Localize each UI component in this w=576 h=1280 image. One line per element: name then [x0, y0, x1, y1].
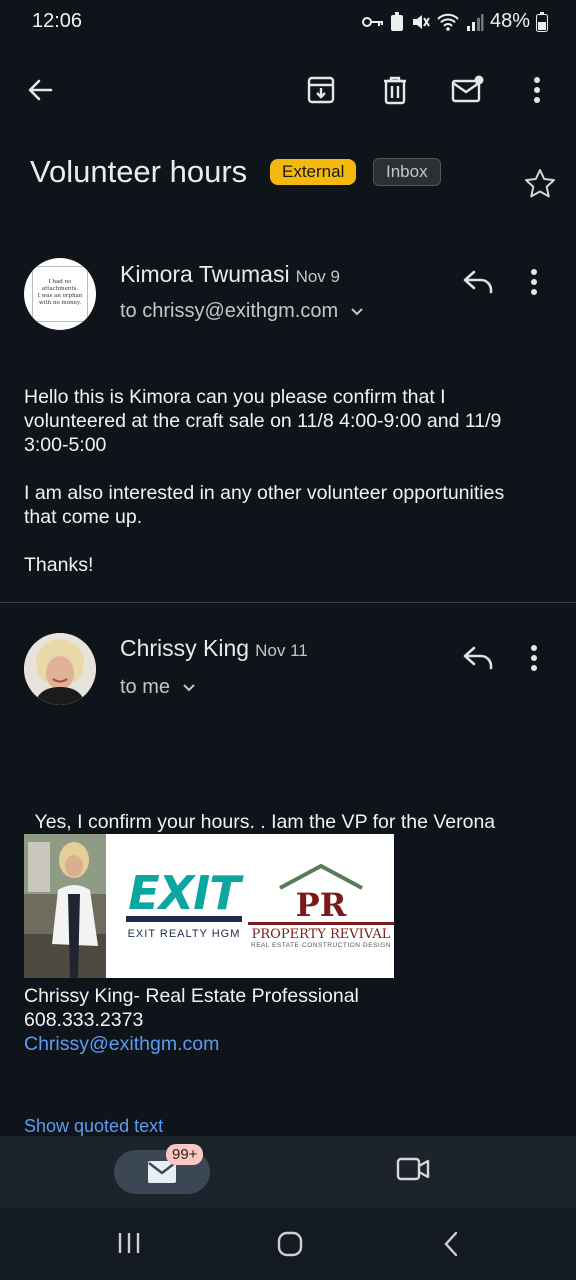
archive-button[interactable] [299, 68, 343, 112]
avatar-text: with no money. [38, 300, 82, 306]
email-subject: Volunteer hours [30, 154, 248, 189]
avatar-photo [24, 633, 96, 705]
recipient-text: to me [120, 676, 171, 698]
reply-button[interactable] [462, 268, 502, 308]
back-arrow-icon [28, 79, 53, 101]
pr-name: PROPERTY REVIVAL [251, 927, 391, 942]
avatar-text: I had no [48, 279, 72, 285]
body-line: I am also interested in any other volunt… [24, 482, 505, 504]
avatar[interactable]: I had no attachments. I was an orphan wi… [24, 258, 96, 330]
more-vert-icon [534, 77, 540, 103]
signature-email-link[interactable]: Chrissy@exithgm.com [24, 1032, 219, 1056]
body-line: that come up. [24, 506, 143, 528]
sender-name: Kimora Twumasi [120, 261, 290, 287]
reply-button[interactable] [462, 644, 502, 684]
body-line: Hello this is Kimora can you please conf… [24, 386, 446, 408]
message-date: Nov 9 [295, 267, 340, 286]
message-more-button[interactable] [530, 644, 554, 684]
message-body: Hello this is Kimora can you please conf… [24, 385, 554, 577]
body-line: Yes, I confirm your hours. . Iam the VP … [24, 811, 496, 833]
reply-icon [463, 646, 493, 670]
recipient-toggle[interactable]: to chrissy@exithgm.com [120, 300, 364, 323]
status-time: 12:06 [32, 10, 83, 32]
recents-icon [118, 1233, 140, 1253]
battery-percent: 48% [489, 10, 530, 32]
message-divider [0, 602, 576, 603]
body-gap [24, 457, 554, 481]
property-revival-logo: PR PROPERTY REVIVAL REAL ESTATE·CONSTRUC… [248, 862, 394, 949]
bottom-navigation: 99+ [0, 1136, 576, 1208]
status-icons: 48% [361, 10, 548, 33]
sender-name: Chrissy King [120, 635, 250, 661]
battery-icon [536, 11, 548, 32]
star-button[interactable] [522, 166, 558, 202]
key-icon [361, 16, 383, 27]
video-camera-icon [396, 1157, 430, 1181]
avatar-text: I was an orphan [37, 293, 83, 299]
body-line: Thanks! [24, 554, 94, 576]
more-vert-icon [531, 269, 537, 295]
agent-photo [24, 834, 106, 978]
home-button[interactable] [276, 1230, 304, 1263]
exit-caption: EXIT REALTY HGM [127, 928, 241, 940]
mark-unread-icon [451, 75, 484, 103]
signature-name: Chrissy King- Real Estate Professional [24, 985, 359, 1007]
external-chip: External [270, 159, 357, 185]
meet-tab[interactable] [396, 1156, 430, 1187]
body-line: 3:00-5:00 [24, 434, 107, 456]
signature-banner-image[interactable]: EXIT EXIT REALTY HGM PR PROPERTY REVIVAL… [24, 834, 394, 978]
back-button[interactable] [18, 68, 62, 112]
email-toolbar [0, 60, 576, 120]
reply-icon [463, 270, 493, 294]
sender-line: Kimora Twumasi Nov 9 [120, 261, 340, 288]
recipient-toggle[interactable]: to me [120, 676, 196, 699]
sender-line: Chrissy King Nov 11 [120, 635, 308, 662]
mute-icon [412, 14, 430, 29]
show-quoted-text-link[interactable]: Show quoted text [24, 1116, 163, 1137]
wifi-icon [437, 13, 459, 31]
delete-icon [384, 76, 406, 105]
archive-icon [307, 76, 335, 104]
subject-row: Volunteer hours External Inbox [30, 150, 550, 198]
mark-unread-button[interactable] [446, 68, 490, 112]
message-date: Nov 11 [255, 641, 308, 660]
pr-tagline: REAL ESTATE·CONSTRUCTION·DESIGN [251, 942, 391, 949]
signal-icon [466, 13, 484, 31]
avatar-text: attachments. [41, 286, 79, 292]
signature-phone[interactable]: 608.333.2373 [24, 1008, 143, 1032]
pr-monogram: PR [295, 886, 347, 924]
star-icon [525, 169, 555, 198]
system-navigation-bar [0, 1208, 576, 1280]
chevron-down-icon [351, 307, 363, 315]
exit-logo: EXIT EXIT REALTY HGM [120, 870, 248, 940]
avatar-image: I had no attachments. I was an orphan wi… [32, 266, 88, 322]
chevron-down-icon [183, 683, 195, 691]
unread-count-badge: 99+ [166, 1144, 204, 1165]
home-icon [277, 1231, 303, 1257]
body-gap [24, 529, 554, 553]
more-options-button[interactable] [515, 68, 559, 112]
message-more-button[interactable] [530, 268, 554, 308]
recipient-text: to chrissy@exithgm.com [120, 300, 339, 322]
avatar[interactable] [24, 633, 96, 705]
inbox-label-chip[interactable]: Inbox [373, 158, 441, 186]
body-line: volunteered at the craft sale on 11/8 4:… [24, 410, 502, 432]
system-back-button[interactable] [440, 1230, 462, 1263]
delete-button[interactable] [373, 68, 417, 112]
status-bar: 12:06 48% [0, 0, 576, 44]
chevron-left-icon [444, 1231, 458, 1257]
exit-logo-text: EXIT [128, 866, 240, 920]
battery-saver-icon [390, 11, 403, 31]
more-vert-icon [531, 645, 537, 671]
recents-button[interactable] [116, 1230, 142, 1261]
